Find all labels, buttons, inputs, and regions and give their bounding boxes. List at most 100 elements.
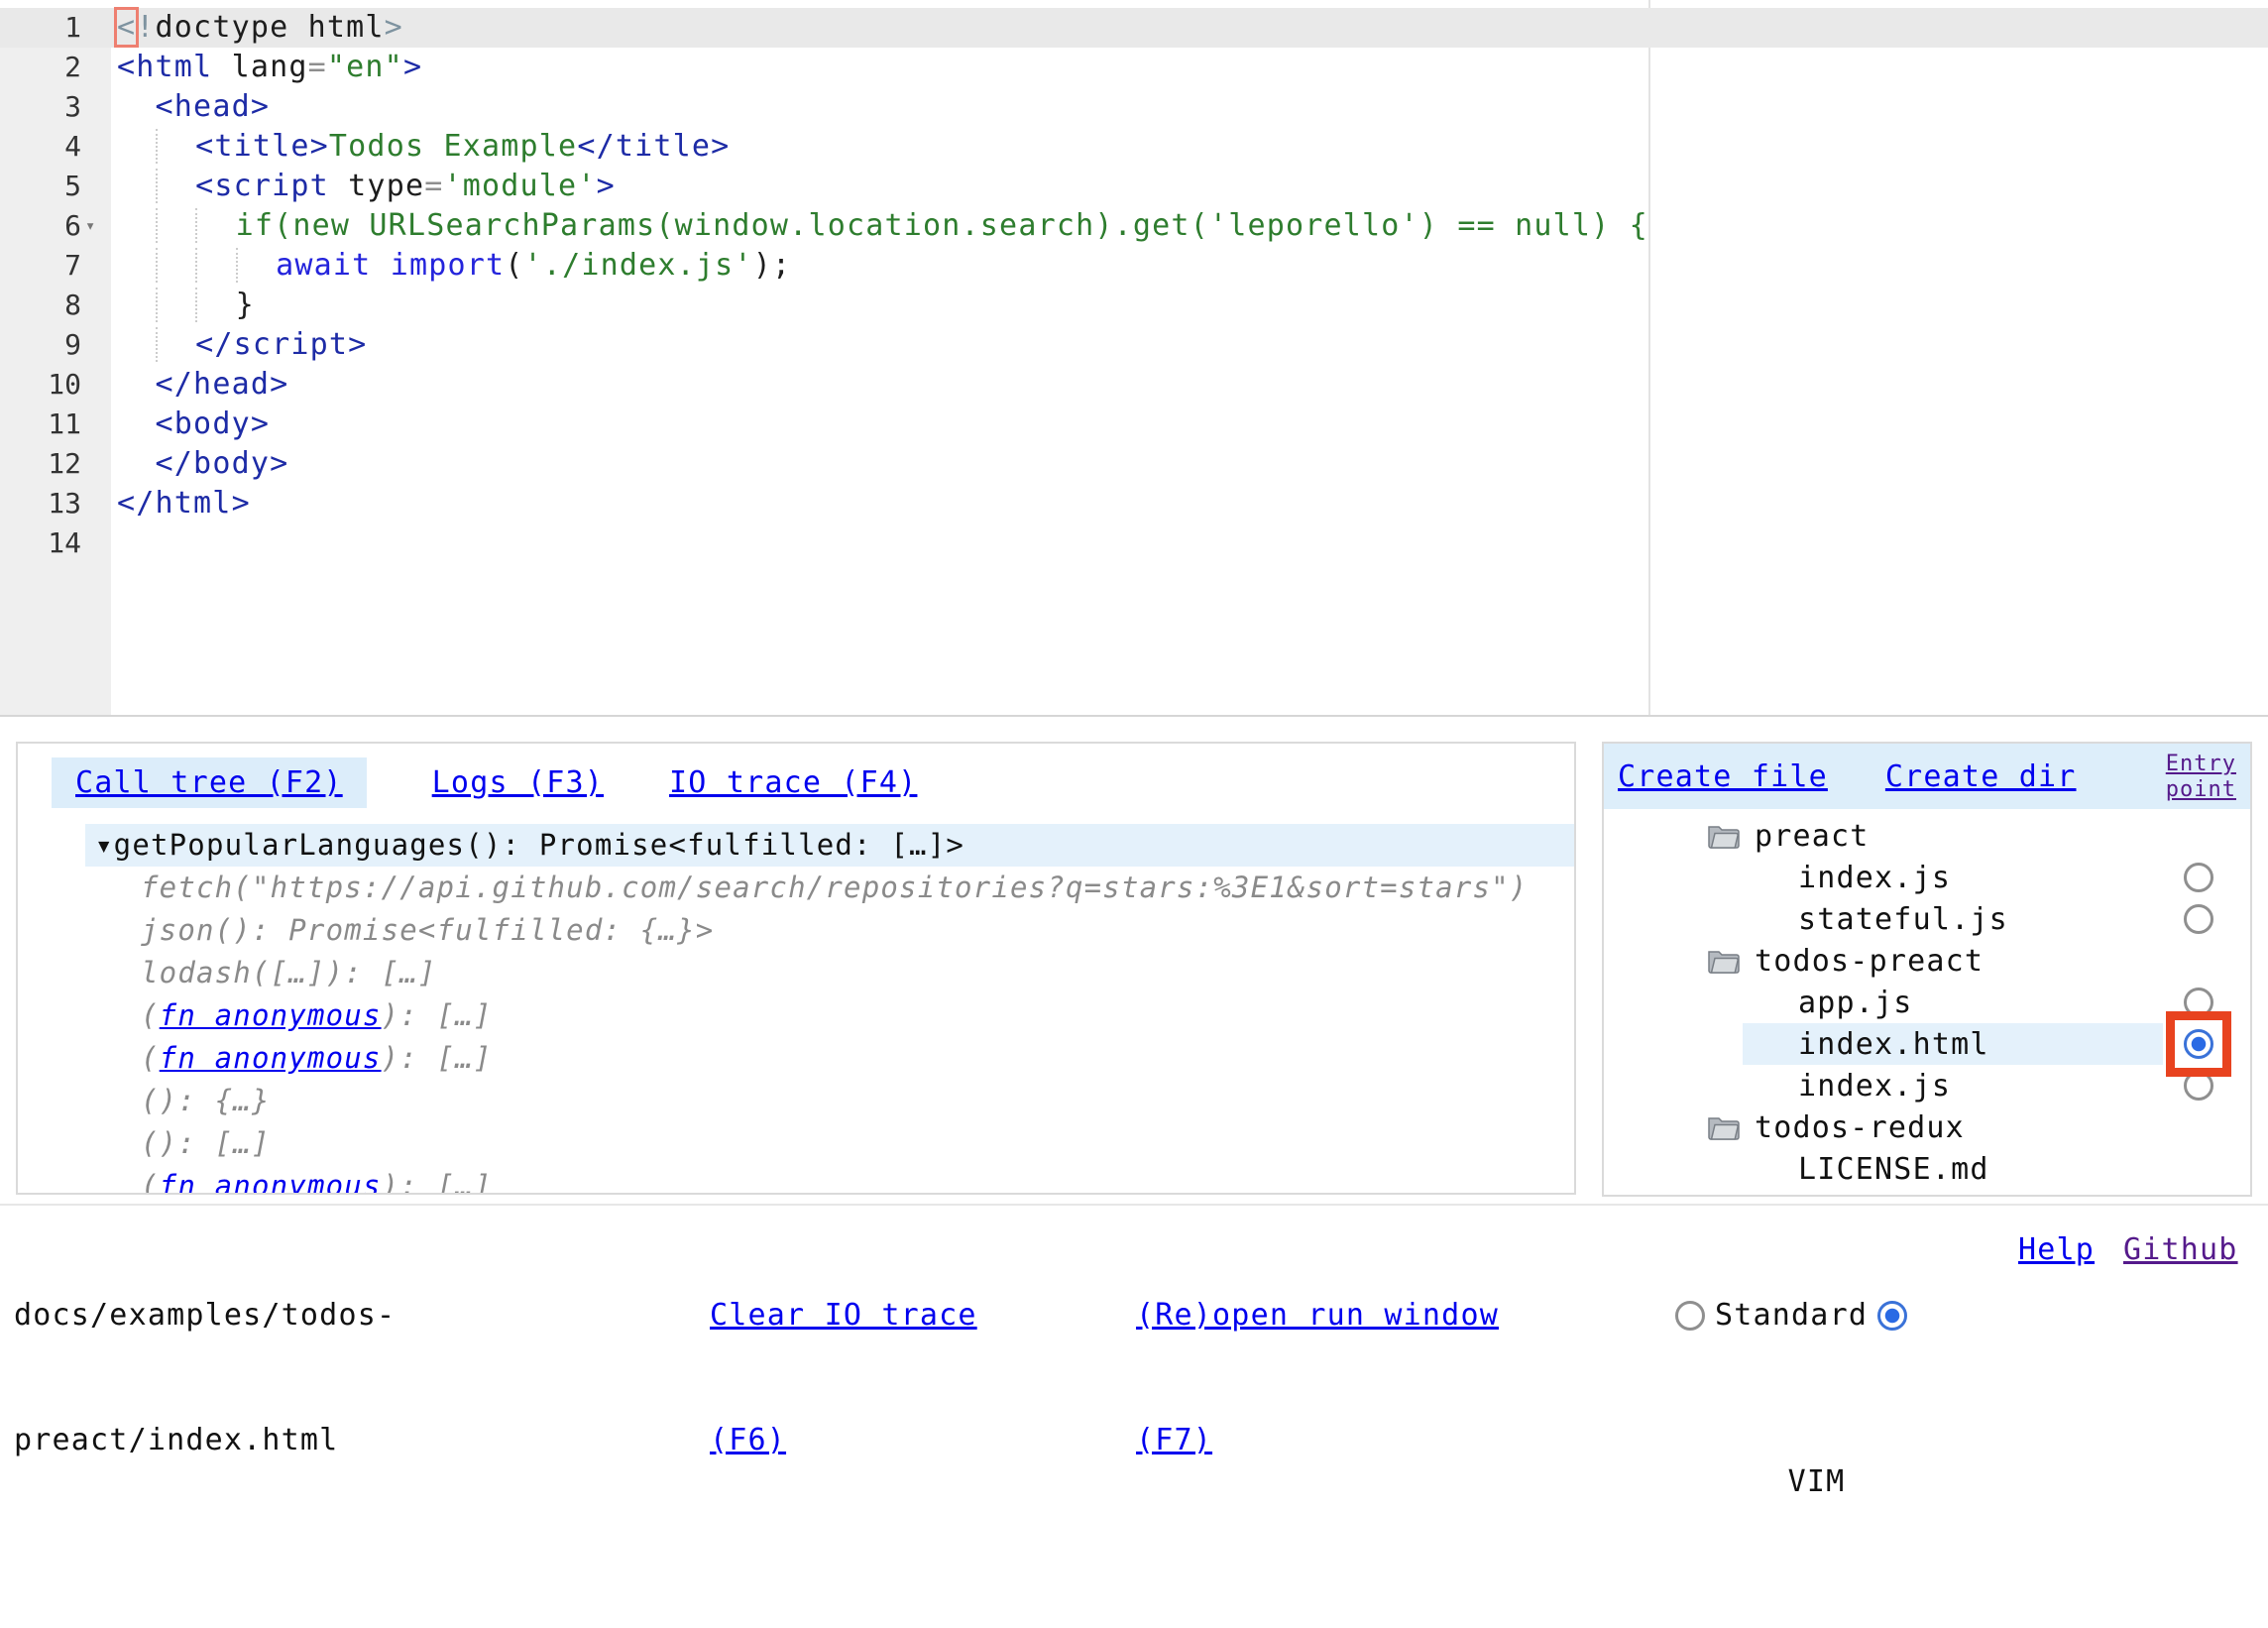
file-tree-item[interactable]: stateful.js xyxy=(1604,898,2250,940)
line-number-cell: 4 xyxy=(0,127,111,167)
fold-column xyxy=(81,48,111,87)
code-line[interactable]: 1<!doctype html> xyxy=(0,8,2268,48)
call-tree-row[interactable]: (): […] xyxy=(85,1122,1574,1165)
file-tree-item[interactable]: LICENSE.md xyxy=(1604,1148,2250,1190)
token xyxy=(156,129,196,164)
code-line[interactable]: 11 <body> xyxy=(0,405,2268,444)
entry-point-cell xyxy=(2147,1148,2250,1190)
file-tree-item[interactable]: index.html xyxy=(1604,1023,2250,1065)
code-line[interactable]: 8 } xyxy=(0,286,2268,325)
fn-anonymous-link[interactable]: fn anonymous xyxy=(160,1169,382,1195)
token: ); xyxy=(753,248,792,283)
radio-standard[interactable] xyxy=(1675,1301,1705,1331)
call-tree-row[interactable]: (fn anonymous): […] xyxy=(85,1165,1574,1195)
entry-point-header-line2[interactable]: point xyxy=(2166,777,2236,803)
code-line[interactable]: 6▾ if(new URLSearchParams(window.locatio… xyxy=(0,206,2268,246)
call-tree-text: ( xyxy=(141,1169,160,1195)
call-tree-row[interactable]: (fn anonymous): […] xyxy=(85,1037,1574,1080)
line-number: 5 xyxy=(64,167,81,206)
fold-column xyxy=(81,246,111,286)
code-line[interactable]: 10 </head> xyxy=(0,365,2268,405)
code-line-text: <html lang="en"> xyxy=(111,48,422,87)
label-standard[interactable]: Standard xyxy=(1715,1295,1868,1337)
call-tree-row[interactable]: (fn anonymous): […] xyxy=(85,994,1574,1037)
call-tree-text: ): […] xyxy=(382,1169,493,1195)
line-number-cell: 3 xyxy=(0,87,111,127)
file-tree-item[interactable]: index.js xyxy=(1604,857,2250,898)
token: = xyxy=(424,169,443,203)
call-tree-text: (): […] xyxy=(141,1126,271,1160)
tab-logs[interactable]: Logs (F3) xyxy=(432,765,604,800)
code-line[interactable]: 4 <title>Todos Example</title> xyxy=(0,127,2268,167)
file-panel: Create file Create dir Entry point preac… xyxy=(1602,742,2252,1197)
file-tree-item[interactable]: app.js xyxy=(1604,982,2250,1023)
token: <body> xyxy=(156,407,271,441)
fn-anonymous-link[interactable]: fn anonymous xyxy=(160,998,382,1032)
call-tree-row[interactable]: ▾getPopularLanguages(): Promise<fulfille… xyxy=(85,824,1574,867)
code-line[interactable]: 13</html> xyxy=(0,484,2268,523)
dir-name: todos-redux xyxy=(1755,1110,1965,1145)
code-line[interactable]: 3 <head> xyxy=(0,87,2268,127)
tab-logs-label[interactable]: Logs (F3) xyxy=(432,765,604,800)
token xyxy=(236,248,277,283)
line-number-cell: 11 xyxy=(0,405,111,444)
code-line-text: } xyxy=(111,286,255,325)
token: <head> xyxy=(156,89,271,124)
token: > xyxy=(385,10,403,45)
call-tree-row[interactable]: lodash([…]): […] xyxy=(85,952,1574,994)
fold-arrow-icon[interactable]: ▾ xyxy=(81,206,111,246)
entry-point-header-line1[interactable]: Entry xyxy=(2166,752,2236,777)
line-number-cell: 5 xyxy=(0,167,111,206)
create-dir-link[interactable]: Create dir xyxy=(1885,759,2077,794)
github-link[interactable]: Github xyxy=(2123,1229,2238,1271)
label-vim[interactable]: VIM xyxy=(1788,1464,1846,1499)
reopen-run-window-link[interactable]: (Re)open run window (F7) xyxy=(1136,1212,1499,1545)
token xyxy=(156,327,196,362)
file-name: index.js xyxy=(1798,1069,1951,1104)
create-file-link[interactable]: Create file xyxy=(1618,759,1828,794)
call-tree-row[interactable]: (): {…} xyxy=(85,1080,1574,1122)
call-tree-text: (): {…} xyxy=(141,1084,271,1117)
reopen-run-window-line2: (F7) xyxy=(1136,1420,1499,1461)
fold-column xyxy=(81,484,111,523)
call-tree-text: getPopularLanguages(): Promise<fulfilled… xyxy=(114,828,964,862)
clear-io-trace-link[interactable]: Clear IO trace (F6) xyxy=(710,1212,977,1545)
entry-point-radio[interactable] xyxy=(2184,1029,2213,1059)
code-line-text: <script type='module'> xyxy=(111,167,616,206)
code-editor[interactable]: 1<!doctype html>2<html lang="en">3 <head… xyxy=(0,0,2268,717)
token: "en" xyxy=(327,50,403,84)
token xyxy=(117,208,156,243)
file-tree-dir[interactable]: todos-redux xyxy=(1604,1106,2250,1148)
help-link[interactable]: Help xyxy=(2018,1229,2095,1271)
call-tree-text: fetch("https://api.github.com/search/rep… xyxy=(141,871,1528,904)
line-number: 6 xyxy=(64,206,81,246)
bottom-left-panel: Call tree (F2) Logs (F3) IO trace (F4) ▾… xyxy=(16,742,1576,1195)
entry-point-radio[interactable] xyxy=(2184,904,2213,934)
tab-io-trace-label[interactable]: IO trace (F4) xyxy=(669,765,917,800)
code-line-text: <!doctype html> xyxy=(111,8,403,48)
code-line[interactable]: 9 </script> xyxy=(0,325,2268,365)
code-line[interactable]: 12 </body> xyxy=(0,444,2268,484)
file-tree: preactindex.jsstateful.jstodos-preactapp… xyxy=(1604,809,2250,1190)
fn-anonymous-link[interactable]: fn anonymous xyxy=(160,1041,382,1075)
file-tree-item[interactable]: index.js xyxy=(1604,1065,2250,1106)
token: ! xyxy=(136,10,155,45)
call-tree-text: ): […] xyxy=(382,1041,493,1075)
dir-name: todos-preact xyxy=(1755,944,1984,979)
code-line[interactable]: 5 <script type='module'> xyxy=(0,167,2268,206)
entry-point-radio[interactable] xyxy=(2184,863,2213,892)
tab-call-tree[interactable]: Call tree (F2) xyxy=(52,757,367,808)
code-line[interactable]: 14 xyxy=(0,523,2268,563)
radio-vim[interactable] xyxy=(1877,1301,1907,1331)
code-line[interactable]: 2<html lang="en"> xyxy=(0,48,2268,87)
file-tree-dir[interactable]: preact xyxy=(1604,815,2250,857)
tab-call-tree-label[interactable]: Call tree (F2) xyxy=(75,765,343,800)
file-tree-dir[interactable]: todos-preact xyxy=(1604,940,2250,982)
tab-io-trace[interactable]: IO trace (F4) xyxy=(669,765,917,800)
code-line-text: </body> xyxy=(111,444,288,484)
call-tree-row[interactable]: json(): Promise<fulfilled: {…}> xyxy=(85,909,1574,952)
call-tree-row[interactable]: fetch("https://api.github.com/search/rep… xyxy=(85,867,1574,909)
token xyxy=(117,169,156,203)
line-number: 13 xyxy=(48,484,81,523)
code-line[interactable]: 7 await import('./index.js'); xyxy=(0,246,2268,286)
